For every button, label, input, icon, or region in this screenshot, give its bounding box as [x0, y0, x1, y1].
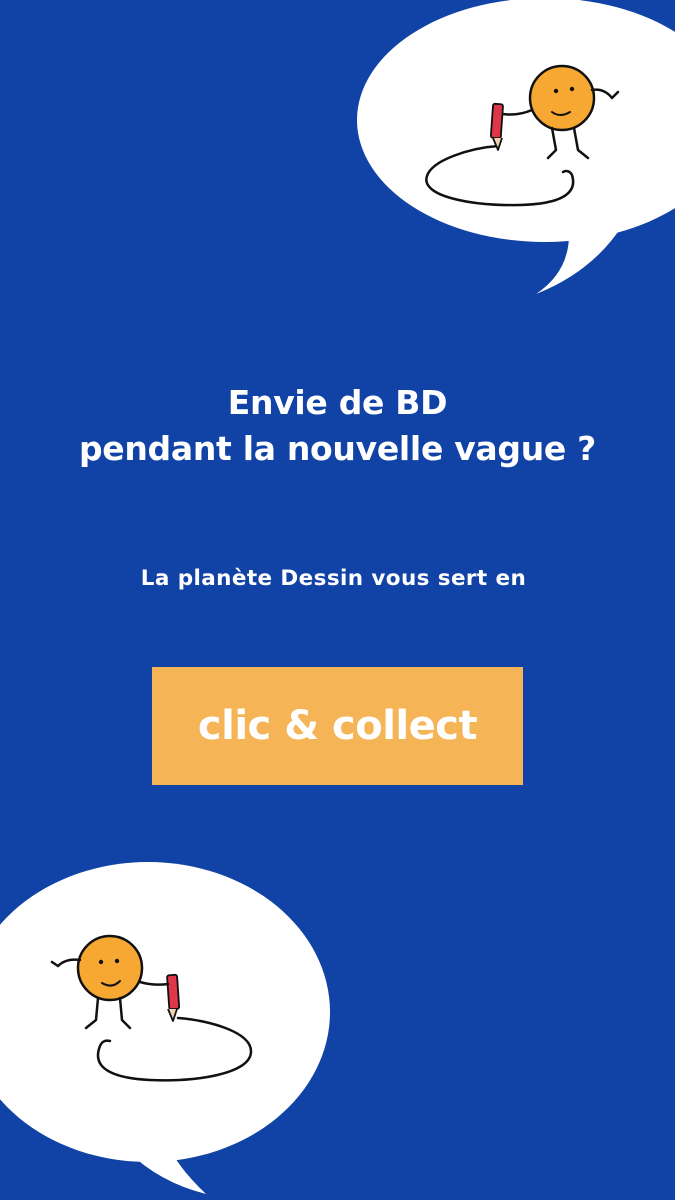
background-canvas: [0, 0, 675, 1200]
clic-collect-button[interactable]: clic & collect: [152, 667, 523, 785]
headline-line-2: pendant la nouvelle vague ?: [78, 429, 597, 468]
headline: Envie de BD pendant la nouvelle vague ?: [0, 380, 675, 472]
subtitle: La planète Dessin vous sert en: [140, 566, 527, 591]
page: Envie de BD pendant la nouvelle vague ? …: [0, 0, 675, 1200]
headline-line-1: Envie de BD: [227, 383, 448, 422]
